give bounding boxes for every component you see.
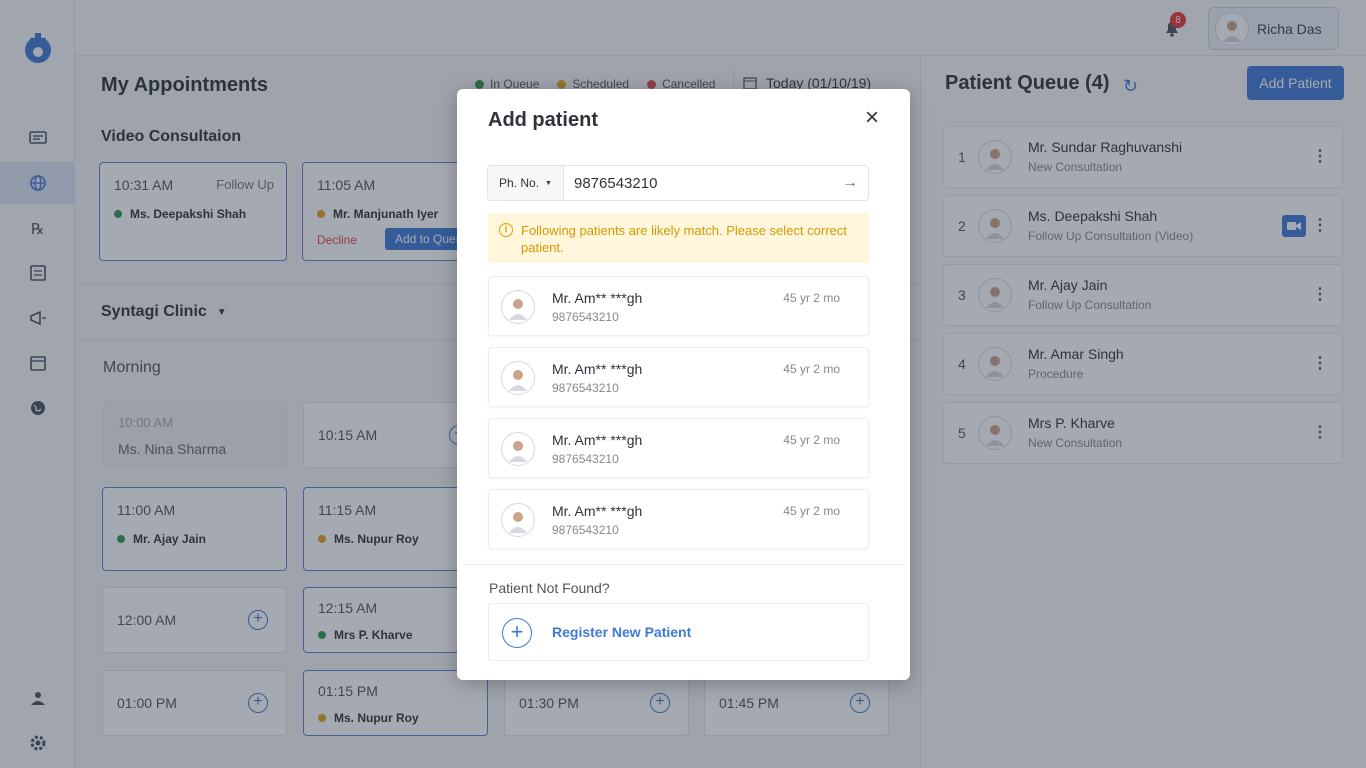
- avatar: [501, 290, 535, 324]
- phone-search: Ph. No.▼ →: [487, 165, 869, 201]
- modal-title: Add patient: [488, 109, 598, 131]
- plus-icon: +: [502, 618, 532, 648]
- patient-match-item[interactable]: Mr. Am** ***gh 9876543210 45 yr 2 mo: [488, 347, 869, 407]
- patient-match-item[interactable]: Mr. Am** ***gh 9876543210 45 yr 2 mo: [488, 276, 869, 336]
- close-icon[interactable]: ×: [861, 106, 883, 130]
- phone-code-select[interactable]: Ph. No. ▼: [488, 166, 564, 200]
- avatar: [501, 432, 535, 466]
- patient-match-item[interactable]: Mr. Am** ***gh 9876543210 45 yr 2 mo: [488, 418, 869, 478]
- register-new-patient-button[interactable]: + Register New Patient: [488, 603, 869, 661]
- arrow-right-icon[interactable]: →: [832, 166, 868, 200]
- phone-input[interactable]: [564, 166, 832, 200]
- avatar: [501, 361, 535, 395]
- match-warning: i Following patients are likely match. P…: [488, 213, 869, 263]
- add-patient-modal: Add patient × Ph. No.▼ → i Following pat…: [457, 89, 910, 680]
- info-icon: i: [499, 223, 513, 237]
- divider: [463, 564, 904, 565]
- not-found-label: Patient Not Found?: [489, 580, 610, 596]
- avatar: [501, 503, 535, 537]
- chevron-down-icon: ▼: [545, 179, 552, 187]
- patient-match-item[interactable]: Mr. Am** ***gh 9876543210 45 yr 2 mo: [488, 489, 869, 549]
